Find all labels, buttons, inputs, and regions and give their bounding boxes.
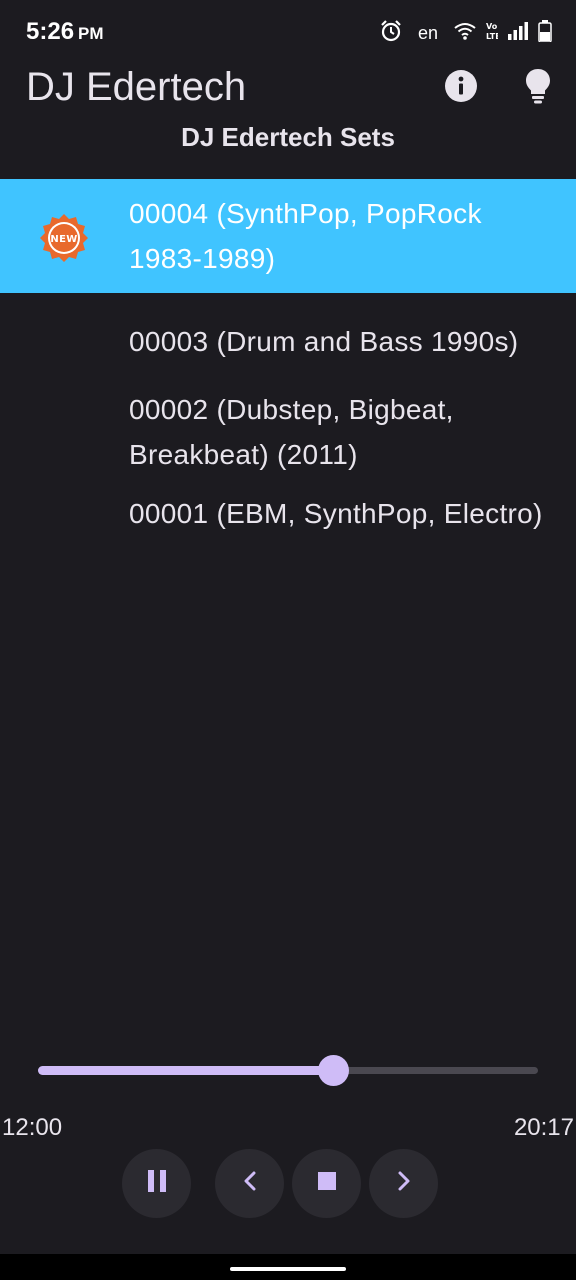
alarm-icon (380, 19, 402, 48)
info-button[interactable] (439, 66, 483, 110)
svg-text:Vo: Vo (486, 22, 498, 31)
status-ampm: PM (78, 24, 104, 43)
new-badge-label: NEW (50, 234, 77, 245)
set-item-00004[interactable]: NEW 00004 (SynthPop, PopRock 1983-1989) (0, 179, 576, 293)
next-icon (395, 1170, 413, 1197)
wifi-icon (454, 22, 476, 45)
set-item-label: 00003 (Drum and Bass 1990s) (129, 326, 519, 357)
set-item-label: 00001 (EBM, SynthPop, Electro) (129, 498, 543, 529)
info-icon (444, 69, 478, 108)
previous-icon (241, 1170, 259, 1197)
set-item-00002[interactable]: 00002 (Dubstep, Bigbeat, Breakbeat) (201… (0, 375, 576, 489)
status-language: en (417, 22, 438, 43)
set-item-00003[interactable]: 00003 (Drum and Bass 1990s) (0, 293, 576, 375)
seek-slider[interactable] (38, 1055, 538, 1087)
set-item-00001[interactable]: 00001 (EBM, SynthPop, Electro) (0, 489, 576, 548)
stop-icon (317, 1171, 337, 1196)
status-icons: en Vo LTE (380, 19, 552, 48)
status-time: 5:26 PM (26, 18, 104, 46)
lightbulb-icon (525, 68, 551, 109)
next-button[interactable] (369, 1149, 438, 1218)
app-title: DJ Edertech (26, 65, 247, 109)
section-title: DJ Edertech Sets (181, 122, 395, 152)
app-bar: DJ Edertech (0, 64, 576, 114)
seek-progress (38, 1066, 333, 1075)
app-screen: 5:26 PM en Vo LTE DJ Edertech DJ Edertec… (0, 0, 576, 1280)
status-clock: 5:26 (26, 18, 75, 45)
stop-button[interactable] (292, 1149, 361, 1218)
pause-icon (146, 1169, 168, 1198)
new-badge-icon: NEW (38, 212, 90, 264)
battery-icon (538, 19, 552, 47)
elapsed-time: 12:00 (2, 1114, 63, 1141)
set-item-label: 00002 (Dubstep, Bigbeat, Breakbeat) (201… (129, 394, 454, 470)
svg-text:LTE: LTE (486, 32, 498, 41)
previous-button[interactable] (215, 1149, 284, 1218)
total-time: 20:17 (513, 1114, 574, 1141)
signal-icon (508, 21, 528, 45)
pause-button[interactable] (122, 1149, 191, 1218)
set-list: NEW 00004 (SynthPop, PopRock 1983-1989) … (0, 179, 576, 548)
navigation-bar (0, 1254, 576, 1280)
theme-toggle-button[interactable] (516, 66, 560, 110)
home-handle[interactable] (230, 1267, 346, 1271)
seek-thumb[interactable] (318, 1055, 349, 1086)
volte-icon: Vo LTE (486, 21, 501, 46)
set-item-label: 00004 (SynthPop, PopRock 1983-1989) (129, 198, 482, 274)
status-bar: 5:26 PM en Vo LTE (0, 0, 576, 64)
